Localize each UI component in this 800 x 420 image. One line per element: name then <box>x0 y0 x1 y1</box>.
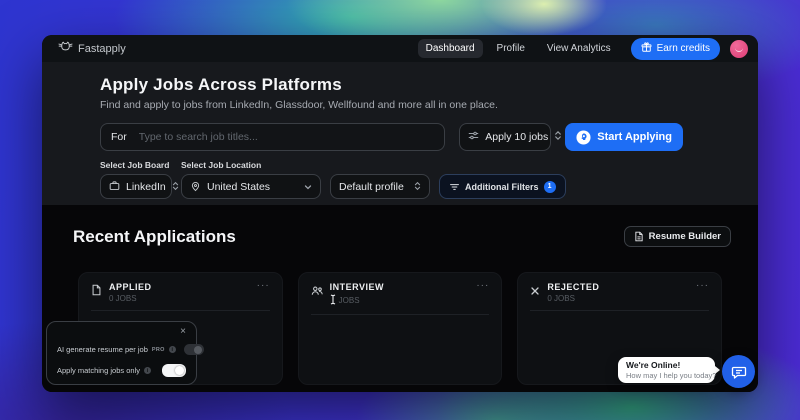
more-options-icon[interactable]: ··· <box>696 282 709 290</box>
earn-credits-button[interactable]: Earn credits <box>631 38 720 60</box>
page-title: Apply Jobs Across Platforms <box>100 75 683 95</box>
job-board-select[interactable]: LinkedIn <box>100 174 172 199</box>
chevron-down-icon <box>304 178 312 196</box>
job-title-search-box[interactable]: For <box>100 123 445 151</box>
close-icon[interactable]: × <box>180 326 186 337</box>
column-name: APPLIED <box>109 282 250 292</box>
info-icon: i <box>144 367 151 374</box>
filters-row: Select Job Board LinkedIn <box>100 160 683 199</box>
search-prefix-label: For <box>111 131 127 143</box>
nav-links: Dashboard Profile View Analytics Earn cr… <box>418 38 748 60</box>
nav-link-profile[interactable]: Profile <box>489 39 533 58</box>
chat-launcher-button[interactable] <box>722 355 755 388</box>
text-cursor-icon <box>330 294 336 307</box>
column-name: REJECTED <box>547 282 689 292</box>
recent-applications-title: Recent Applications <box>73 227 236 247</box>
brand: Fastapply <box>58 39 126 59</box>
chevron-up-down-icon <box>414 178 421 196</box>
column-count: JOBS <box>330 294 470 307</box>
pro-badge: PRO <box>152 347 165 353</box>
more-options-icon[interactable]: ··· <box>257 282 270 290</box>
profile-select[interactable]: Default profile <box>330 174 430 199</box>
gift-icon <box>641 42 652 56</box>
job-board-label: Select Job Board <box>100 160 172 170</box>
apply-count-select[interactable]: Apply 10 jobs <box>459 123 551 151</box>
navbar: Fastapply Dashboard Profile View Analyti… <box>42 35 758 62</box>
chat-status-bubble: We're Online! How may I help you today? <box>618 357 715 383</box>
fastapply-logo-icon <box>58 39 73 59</box>
apply-settings-popup: × AI generate resume per job PRO i Apply… <box>46 321 197 385</box>
briefcase-icon <box>109 178 120 196</box>
location-pin-icon <box>190 181 201 192</box>
user-avatar[interactable] <box>730 40 748 58</box>
additional-filters-button[interactable]: Additional Filters 1 <box>439 174 566 199</box>
filters-count-badge: 1 <box>544 181 556 193</box>
chat-bubble-icon <box>731 364 747 380</box>
more-options-icon[interactable]: ··· <box>476 282 489 290</box>
people-icon <box>311 283 323 301</box>
job-location-label: Select Job Location <box>181 160 321 170</box>
ai-resume-toggle[interactable] <box>184 344 204 355</box>
chat-message-text: How may I help you today? <box>626 371 707 380</box>
document-icon <box>634 231 644 242</box>
nav-link-dashboard[interactable]: Dashboard <box>418 39 483 58</box>
brand-name: Fastapply <box>78 43 126 55</box>
matching-jobs-toggle[interactable] <box>162 364 186 377</box>
chevron-up-down-icon <box>554 128 562 146</box>
chevron-up-down-icon <box>172 178 179 196</box>
chat-status-text: We're Online! <box>626 360 707 370</box>
x-icon <box>530 283 540 301</box>
column-count: 0 JOBS <box>547 294 689 303</box>
filter-icon <box>449 182 460 192</box>
column-count: 0 JOBS <box>109 294 250 303</box>
start-applying-button[interactable]: Start Applying <box>565 123 683 151</box>
info-icon: i <box>169 346 176 353</box>
job-title-search-input[interactable] <box>139 131 434 143</box>
ai-resume-setting-row: AI generate resume per job PRO i <box>57 341 186 358</box>
sliders-icon <box>468 128 479 146</box>
job-location-select[interactable]: United States <box>181 174 321 199</box>
column-name: INTERVIEW <box>330 282 470 292</box>
page-subtitle: Find and apply to jobs from LinkedIn, Gl… <box>100 99 683 111</box>
nav-link-view-analytics[interactable]: View Analytics <box>539 39 619 58</box>
resume-builder-button[interactable]: Resume Builder <box>624 226 731 247</box>
hero-section: Apply Jobs Across Platforms Find and app… <box>42 62 758 205</box>
ai-head-icon <box>576 130 591 145</box>
column-interview: INTERVIEW <box>298 272 503 385</box>
search-row: For Apply 10 jobs <box>100 123 683 151</box>
document-icon <box>91 283 102 301</box>
matching-jobs-setting-row: Apply matching jobs only i <box>57 362 186 379</box>
